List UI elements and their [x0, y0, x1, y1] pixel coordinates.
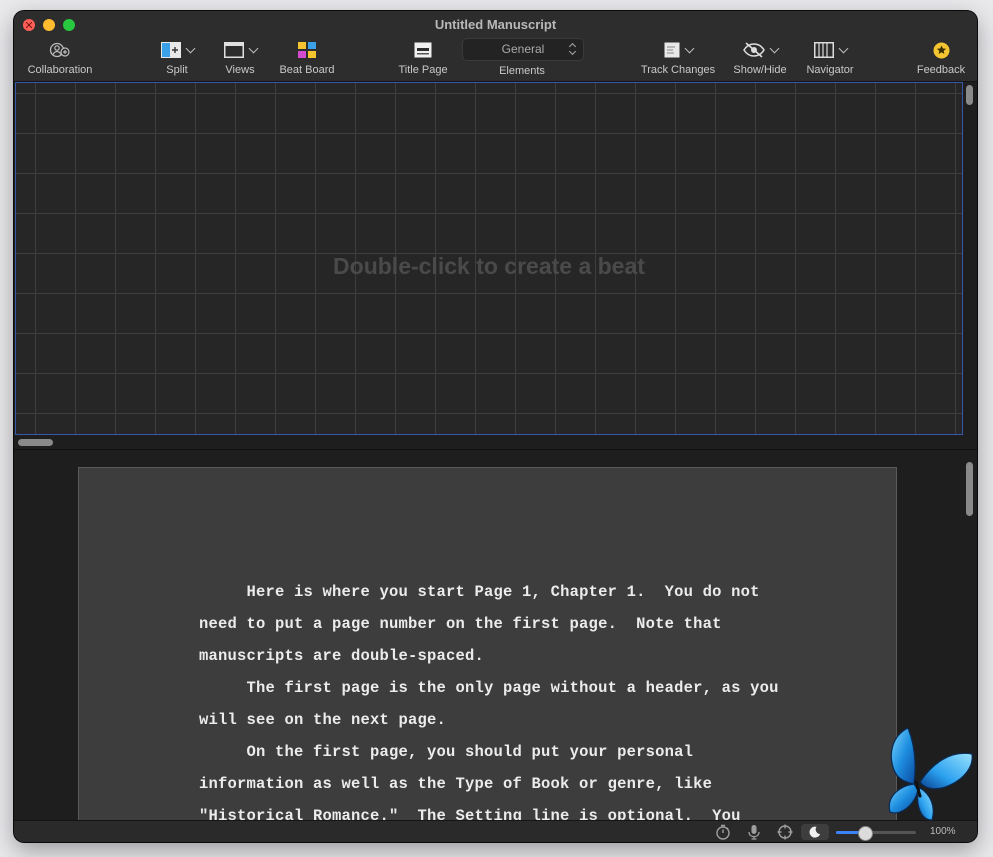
manuscript-editor: Here is where you start Page 1, Chapter …	[14, 450, 977, 829]
zoom-slider-knob[interactable]	[857, 826, 873, 841]
beat-board-vertical-scrollbar[interactable]	[966, 85, 973, 105]
manuscript-line: manuscripts are double-spaced.	[199, 647, 485, 665]
editor-vertical-scrollbar[interactable]	[966, 462, 973, 516]
views-label: Views	[225, 64, 255, 76]
manuscript-line: information as well as the Type of Book …	[199, 775, 713, 793]
eye-icon	[742, 42, 765, 58]
crosshair-icon[interactable]	[777, 824, 793, 840]
title-page-label: Title Page	[398, 64, 448, 76]
split-icon	[160, 42, 181, 58]
manuscript-line: will see on the next page.	[199, 711, 447, 729]
zoom-level: 100%	[930, 826, 956, 837]
show-hide-button[interactable]: Show/Hide	[730, 39, 790, 76]
chevron-down-icon	[838, 43, 848, 54]
butterfly-icon	[888, 727, 973, 821]
collaboration-icon	[49, 42, 70, 58]
beat-board-icon	[298, 42, 316, 58]
updown-chevron-icon	[569, 42, 577, 56]
timer-icon[interactable]	[715, 824, 731, 840]
elements-label: Elements	[499, 65, 545, 77]
zoom-slider[interactable]	[836, 826, 916, 841]
star-icon	[933, 42, 949, 58]
manuscript-line: The first page is the only page without …	[199, 679, 779, 697]
navigator-label: Navigator	[806, 64, 854, 76]
status-bar: 100%	[14, 820, 977, 842]
track-changes-button[interactable]: Track Changes	[636, 39, 720, 76]
chevron-down-icon	[769, 43, 779, 54]
manuscript-line: On the first page, you should put your p…	[199, 743, 694, 761]
chevron-down-icon	[185, 43, 195, 54]
track-changes-label: Track Changes	[640, 64, 716, 76]
app-window: Untitled Manuscript Collaboration Split …	[14, 11, 977, 842]
toolbar: Untitled Manuscript Collaboration Split …	[14, 11, 977, 82]
beat-board-hint: Double-click to create a beat	[333, 253, 645, 279]
manuscript-line: Here is where you start Page 1, Chapter …	[199, 583, 760, 601]
beat-board-label: Beat Board	[279, 64, 335, 76]
title-page-button[interactable]: Title Page	[394, 39, 452, 76]
microphone-icon[interactable]	[747, 824, 761, 840]
chevron-down-icon	[684, 43, 694, 54]
split-label: Split	[166, 64, 188, 76]
collaboration-label: Collaboration	[27, 64, 93, 76]
beat-board-button[interactable]: Beat Board	[277, 39, 337, 76]
elements-caption: Elements	[492, 43, 552, 77]
navigator-icon	[813, 42, 834, 58]
feedback-label: Feedback	[916, 64, 966, 76]
feedback-button[interactable]: Feedback	[913, 39, 969, 76]
navigator-button[interactable]: Navigator	[801, 39, 859, 76]
show-hide-label: Show/Hide	[733, 64, 787, 76]
manuscript-text[interactable]: Here is where you start Page 1, Chapter …	[199, 576, 819, 832]
views-button[interactable]: Views	[220, 39, 260, 76]
beat-board-canvas[interactable]: Double-click to create a beat	[15, 82, 963, 435]
views-icon	[223, 42, 244, 58]
moon-icon	[809, 826, 821, 838]
window-title: Untitled Manuscript	[434, 17, 557, 32]
chevron-down-icon	[248, 43, 258, 54]
track-changes-icon	[664, 42, 679, 58]
beat-board-horizontal-scrollbar[interactable]	[18, 439, 53, 446]
collaboration-button[interactable]: Collaboration	[22, 39, 98, 76]
split-button[interactable]: Split	[157, 39, 197, 76]
manuscript-line: need to put a page number on the first p…	[199, 615, 722, 633]
manuscript-page[interactable]: Here is where you start Page 1, Chapter …	[78, 467, 897, 829]
title-page-icon	[414, 42, 432, 58]
dark-mode-toggle[interactable]	[801, 824, 829, 840]
